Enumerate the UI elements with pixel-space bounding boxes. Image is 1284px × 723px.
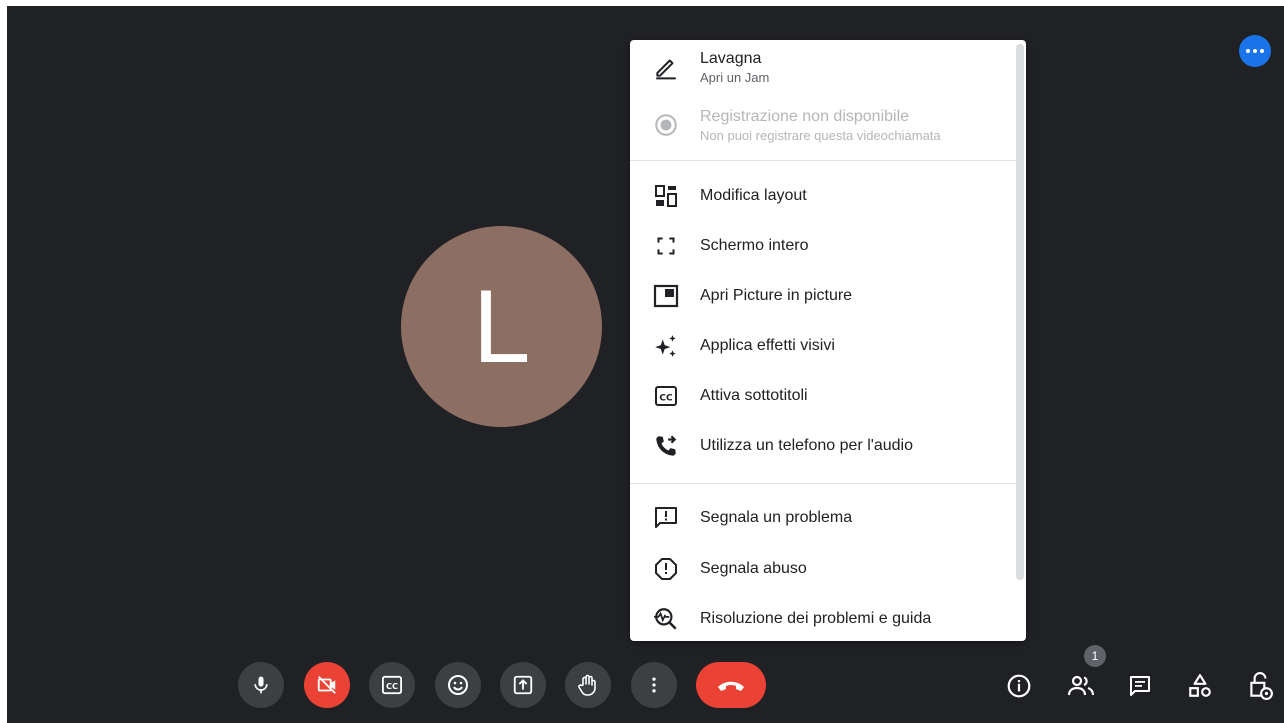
- report-icon: [652, 555, 680, 583]
- pencil-icon: [652, 53, 680, 81]
- fullscreen-icon: [652, 232, 680, 260]
- mic-icon: [254, 676, 268, 694]
- meet-stage: L Lavagna Apri un Jam Registrazione non …: [0, 0, 1284, 723]
- feedback-icon: [652, 504, 680, 532]
- menu-item-troubleshooting[interactable]: Risoluzione dei problemi e guida: [630, 594, 1016, 641]
- chat-icon: [1130, 676, 1150, 696]
- camera-button[interactable]: [304, 662, 350, 708]
- picture-in-picture-icon: [652, 282, 680, 310]
- more-options-icon[interactable]: [1239, 35, 1271, 67]
- menu-item-label: Registrazione non disponibile: [700, 107, 910, 125]
- more-vert-icon: [652, 677, 656, 693]
- menu-item-report-abuse[interactable]: Segnala abuso: [630, 544, 1016, 594]
- layout-icon: [652, 182, 680, 210]
- menu-item-sub: Non puoi registrare questa videochiamata: [700, 127, 941, 143]
- menu-item-label: Applica effetti visivi: [700, 337, 835, 354]
- window-left-edge: [0, 0, 7, 723]
- svg-text:CC: CC: [659, 394, 673, 404]
- raise-hand-icon: [578, 674, 596, 696]
- window-top-edge: [0, 0, 1284, 6]
- people-count: 1: [1091, 649, 1099, 663]
- people-count-badge: 1: [1084, 645, 1106, 667]
- menu-item-recording: Registrazione non disponibile Non puoi r…: [630, 100, 1016, 150]
- options-menu: Lavagna Apri un Jam Registrazione non di…: [630, 40, 1026, 641]
- end-call-button[interactable]: [696, 662, 766, 708]
- menu-item-label: Attiva sottotitoli: [700, 387, 808, 404]
- record-icon: [652, 111, 680, 139]
- reactions-button[interactable]: [435, 662, 481, 708]
- chat-button[interactable]: [1122, 668, 1158, 704]
- menu-divider: [630, 483, 1016, 484]
- menu-item-picture-in-picture[interactable]: Apri Picture in picture: [630, 271, 1016, 321]
- menu-item-label: Risoluzione dei problemi e guida: [700, 610, 932, 627]
- menu-item-change-layout[interactable]: Modifica layout: [630, 171, 1016, 221]
- menu-item-label: Schermo intero: [700, 237, 809, 254]
- menu-item-label: Utilizza un telefono per l'audio: [700, 437, 913, 454]
- camera-off-icon: [317, 676, 336, 694]
- captions-icon: CC: [382, 675, 402, 695]
- activities-button[interactable]: [1182, 668, 1218, 704]
- emoji-icon: [448, 675, 468, 695]
- menu-item-phone-audio[interactable]: Utilizza un telefono per l'audio: [630, 421, 1016, 471]
- captions-button[interactable]: CC: [369, 662, 415, 708]
- troubleshoot-icon: [652, 605, 680, 633]
- host-controls-icon: [1250, 672, 1273, 700]
- menu-item-label: Segnala un problema: [700, 509, 853, 526]
- meeting-info-button[interactable]: [1001, 668, 1037, 704]
- menu-item-label: Modifica layout: [700, 187, 807, 204]
- people-icon: [1067, 675, 1095, 696]
- activities-icon: [1189, 674, 1211, 697]
- menu-item-label: Apri Picture in picture: [700, 287, 853, 304]
- menu-item-sub: Apri un Jam: [700, 69, 770, 85]
- menu-divider: [630, 160, 1016, 161]
- participant-avatar: L: [401, 226, 602, 427]
- raise-hand-button[interactable]: [565, 662, 611, 708]
- menu-item-label: Lavagna: [700, 49, 762, 67]
- present-icon: [513, 675, 533, 695]
- sparkle-icon: [652, 332, 680, 360]
- avatar-initial: L: [472, 268, 531, 385]
- menu-scrollbar[interactable]: [1016, 44, 1024, 580]
- menu-item-label: Segnala abuso: [700, 560, 807, 577]
- people-button[interactable]: [1063, 668, 1099, 704]
- menu-item-visual-effects[interactable]: Applica effetti visivi: [630, 321, 1016, 371]
- menu-item-whiteboard[interactable]: Lavagna Apri un Jam: [630, 40, 1016, 94]
- menu-item-fullscreen[interactable]: Schermo intero: [630, 221, 1016, 271]
- present-button[interactable]: [500, 662, 546, 708]
- menu-item-captions[interactable]: CC Attiva sottotitoli: [630, 371, 1016, 421]
- svg-text:CC: CC: [386, 681, 398, 691]
- end-call-icon: [718, 681, 744, 691]
- info-icon: [1007, 674, 1031, 698]
- host-controls-button[interactable]: [1242, 668, 1278, 704]
- phone-forward-icon: [652, 432, 680, 460]
- microphone-button[interactable]: [238, 662, 284, 708]
- more-actions-button[interactable]: [631, 662, 677, 708]
- captions-icon: CC: [652, 382, 680, 410]
- menu-item-report-problem[interactable]: Segnala un problema: [630, 493, 1016, 543]
